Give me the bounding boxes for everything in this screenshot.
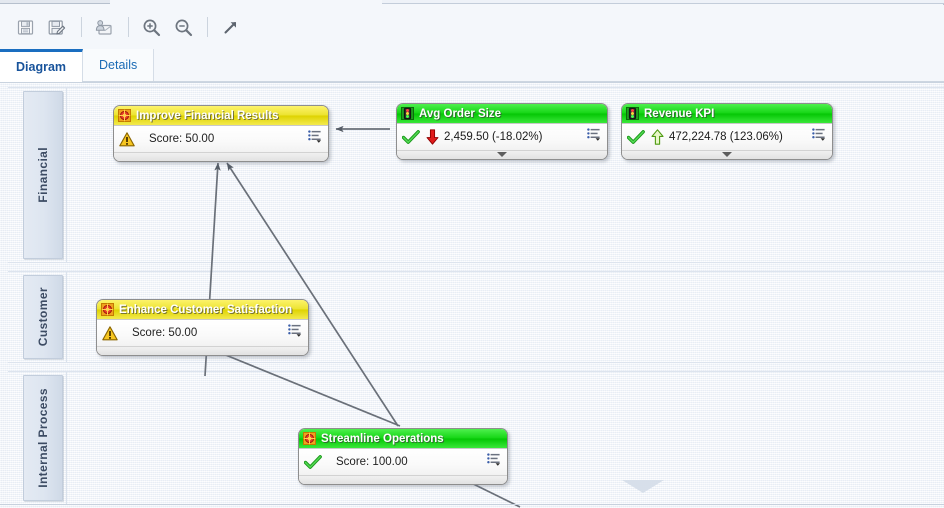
node-avg-order-size[interactable]: Avg Order Size 2,459.50 (-18.02%) (396, 103, 608, 160)
node-menu-icon[interactable] (308, 130, 322, 148)
node-body-avg-order-size: 2,459.50 (-18.02%) (397, 123, 607, 150)
objective-target-icon (118, 109, 131, 122)
node-value-avg-order-size: 2,459.50 (-18.02%) (444, 131, 543, 143)
node-body-improve-financial-results: Score: 50.00 (114, 125, 328, 152)
save-button[interactable] (10, 12, 40, 42)
toolbar-separator (207, 17, 208, 37)
diagram-window: Diagram Details Financial Customer Inter… (0, 0, 944, 508)
toolbar-separator (81, 17, 82, 37)
assign-user-button[interactable] (89, 12, 119, 42)
arrow-expand-icon (224, 21, 236, 33)
toolbar (0, 5, 944, 49)
save-and-close-button[interactable] (42, 12, 72, 42)
swimlane-internal-process-label: Internal Process (36, 388, 50, 488)
scroll-down-caret-icon[interactable] (622, 480, 664, 493)
green-check-icon (627, 129, 645, 144)
node-header-streamline-operations: Streamline Operations (299, 429, 507, 448)
node-value-streamline-operations: Score: 100.00 (336, 456, 408, 468)
node-footer-revenue-kpi[interactable] (622, 150, 832, 159)
tab-diagram[interactable]: Diagram (0, 49, 84, 82)
green-check-icon (304, 454, 322, 469)
swimlane-internal-process-header[interactable]: Internal Process (23, 375, 63, 501)
window-top-strip-left (0, 0, 110, 4)
save-icon (17, 19, 33, 35)
node-menu-icon[interactable] (487, 453, 501, 471)
node-body-streamline-operations: Score: 100.00 (299, 448, 507, 475)
zoom-out-icon (175, 19, 192, 36)
red-down-arrow-icon (426, 129, 439, 145)
green-check-icon (402, 129, 420, 144)
node-menu-icon[interactable] (812, 128, 826, 146)
node-body-enhance-customer-satisfaction: Score: 50.00 (97, 319, 308, 346)
toolbar-separator (128, 17, 129, 37)
node-header-enhance-customer-satisfaction: Enhance Customer Satisfaction (97, 300, 308, 319)
node-value-improve-financial-results: Score: 50.00 (149, 133, 215, 145)
node-footer-avg-order-size[interactable] (397, 150, 607, 159)
objective-target-icon (101, 303, 114, 316)
node-value-enhance-customer-satisfaction: Score: 50.00 (132, 327, 198, 339)
swimlane-customer-header[interactable]: Customer (23, 275, 63, 359)
node-footer-improve-financial-results (114, 152, 328, 161)
node-menu-icon[interactable] (587, 128, 601, 146)
node-header-avg-order-size: Avg Order Size (397, 104, 607, 123)
node-body-revenue-kpi: 472,224.78 (123.06%) (622, 123, 832, 150)
node-title-avg-order-size: Avg Order Size (419, 107, 502, 120)
zoom-in-button[interactable] (136, 12, 166, 42)
node-streamline-operations[interactable]: Streamline Operations Score: 100.00 (298, 428, 508, 485)
node-menu-icon[interactable] (288, 324, 302, 342)
node-title-streamline-operations: Streamline Operations (321, 432, 444, 445)
node-title-revenue-kpi: Revenue KPI (644, 107, 715, 120)
warning-triangle-icon (119, 131, 135, 146)
node-enhance-customer-satisfaction[interactable]: Enhance Customer Satisfaction Score: 50.… (96, 299, 309, 356)
swimlane-financial-header[interactable]: Financial (23, 91, 63, 259)
canvas-bottom-rule (0, 504, 944, 505)
node-title-improve-financial-results: Improve Financial Results (136, 109, 279, 122)
node-title-enhance-customer-satisfaction: Enhance Customer Satisfaction (119, 303, 293, 316)
user-card-icon (95, 19, 112, 35)
diagram-canvas[interactable]: Financial Customer Internal Process Impr… (0, 82, 944, 508)
zoom-out-button[interactable] (168, 12, 198, 42)
node-footer-streamline-operations (299, 475, 507, 484)
swimlane-customer-label: Customer (36, 287, 50, 347)
node-footer-enhance-customer-satisfaction (97, 346, 308, 355)
tab-diagram-label: Diagram (16, 59, 67, 74)
expand-button[interactable] (215, 12, 245, 42)
swimlane-financial-label: Financial (36, 147, 50, 203)
expand-caret-icon[interactable] (722, 152, 732, 157)
save-edit-icon (48, 19, 66, 35)
node-header-revenue-kpi: Revenue KPI (622, 104, 832, 123)
tab-details[interactable]: Details (83, 49, 155, 81)
green-up-arrow-icon (651, 129, 664, 145)
kpi-traffic-light-icon (626, 107, 639, 120)
node-improve-financial-results[interactable]: Improve Financial Results Score: 50.00 (113, 105, 329, 162)
expand-caret-icon[interactable] (497, 152, 507, 157)
tab-bar: Diagram Details (0, 49, 944, 82)
node-revenue-kpi[interactable]: Revenue KPI 472,224.78 (123.06%) (621, 103, 833, 160)
window-top-strip-right (382, 0, 944, 4)
warning-triangle-icon (102, 325, 118, 340)
tab-details-label: Details (99, 58, 138, 72)
node-value-revenue-kpi: 472,224.78 (123.06%) (669, 131, 783, 143)
zoom-in-icon (143, 19, 160, 36)
node-header-improve-financial-results: Improve Financial Results (114, 106, 328, 125)
objective-target-icon (303, 432, 316, 445)
kpi-traffic-light-icon (401, 107, 414, 120)
